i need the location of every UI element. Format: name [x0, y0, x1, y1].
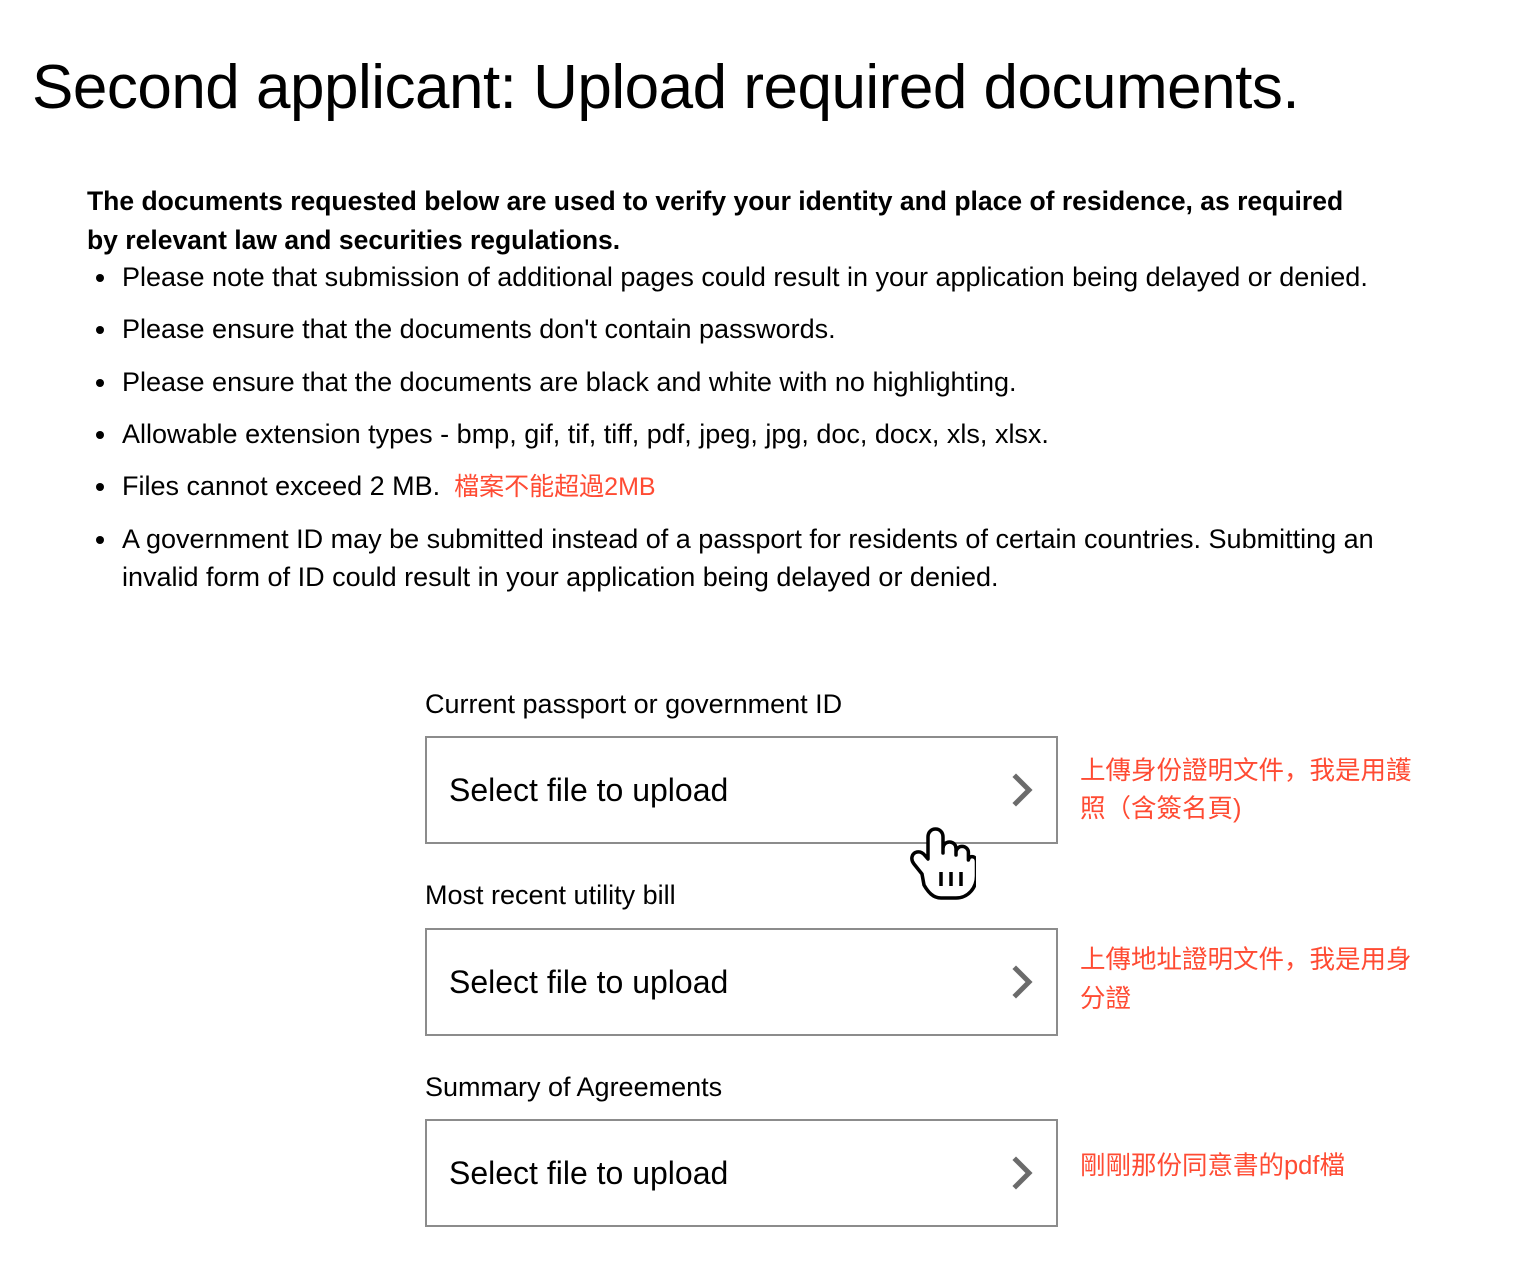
select-file-button-passport[interactable]: Select file to upload — [425, 736, 1058, 845]
upload-group-summary-agreements: Summary of Agreements Select file to upl… — [425, 1071, 1435, 1228]
annotation-file-size: 檔案不能超過2MB — [454, 473, 656, 502]
list-item: Allowable extension types - bmp, gif, ti… — [87, 415, 1417, 453]
list-item: Files cannot exceed 2 MB. 檔案不能超過2MB — [87, 467, 1417, 506]
list-item-text: Please ensure that the documents are bla… — [122, 366, 1017, 397]
list-item-text: Allowable extension types - bmp, gif, ti… — [122, 418, 1049, 449]
annotation-passport: 上傳身份證明文件，我是用護照（含簽名頁) — [1080, 757, 1412, 824]
list-item-text: Please note that submission of additiona… — [122, 262, 1368, 292]
chevron-right-icon — [1012, 1156, 1034, 1190]
field-label-utility-bill: Most recent utility bill — [425, 880, 676, 911]
list-item-text: A government ID may be submitted instead… — [122, 523, 1374, 593]
field-label-passport: Current passport or government ID — [425, 689, 843, 719]
upload-group-utility-bill: Most recent utility bill Select file to … — [425, 879, 1435, 1036]
list-item: Please ensure that the documents are bla… — [87, 363, 1417, 401]
list-item-text: Files cannot exceed 2 MB. — [122, 471, 441, 502]
list-item: Please ensure that the documents don't c… — [87, 310, 1417, 348]
upload-group-passport: Current passport or government ID Select… — [425, 688, 1435, 845]
select-file-button-label: Select file to upload — [449, 1155, 729, 1192]
select-file-button-summary-agreements[interactable]: Select file to upload — [425, 1119, 1058, 1228]
list-item: A government ID may be submitted instead… — [87, 520, 1412, 597]
annotation-utility-bill: 上傳地址證明文件，我是用身分證 — [1080, 946, 1412, 1013]
upload-fields-area: Current passport or government ID Select… — [425, 688, 1435, 1262]
annotation-summary-agreements: 剛剛那份同意書的pdf檔 — [1080, 1151, 1345, 1180]
requirements-list: Please note that submission of additiona… — [87, 258, 1417, 610]
page-title: Second applicant: Upload required docume… — [32, 52, 1300, 122]
intro-paragraph: The documents requested below are used t… — [87, 185, 1344, 255]
select-file-button-label: Select file to upload — [449, 963, 729, 1000]
field-label-summary-agreements: Summary of Agreements — [425, 1071, 723, 1102]
select-file-button-label: Select file to upload — [449, 772, 729, 809]
chevron-right-icon — [1012, 773, 1034, 807]
list-item-text: Please ensure that the documents don't c… — [122, 314, 836, 345]
select-file-button-utility-bill[interactable]: Select file to upload — [425, 927, 1058, 1036]
list-item: Please note that submission of additiona… — [87, 258, 1412, 296]
chevron-right-icon — [1012, 965, 1034, 999]
